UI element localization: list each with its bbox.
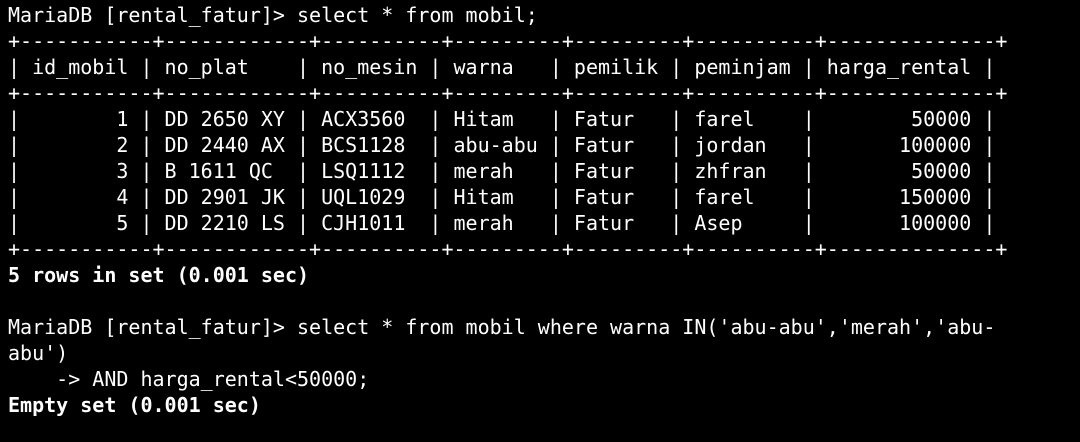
command-line-2: MariaDB [rental_fatur]> select * from mo… [8,315,996,339]
terminal-window[interactable]: MariaDB [rental_fatur]> select * from mo… [8,2,1078,418]
result-message-2: Empty set (0.001 sec) [8,393,261,417]
table-border-bottom: +-----------+------------+----------+---… [8,237,1008,261]
result-message-1: 5 rows in set (0.001 sec) [8,263,310,287]
table-row: | 2 | DD 2440 AX | BCS1128 | abu-abu | F… [8,133,996,157]
table-header: | id_mobil | no_plat | no_mesin | warna … [8,55,996,79]
table-row: | 1 | DD 2650 XY | ACX3560 | Hitam | Fat… [8,107,996,131]
table-border-top: +-----------+------------+----------+---… [8,29,1008,53]
command-line-2-wrap: abu') [8,341,69,365]
command-line-1: MariaDB [rental_fatur]> select * from mo… [8,3,538,27]
table-row: | 4 | DD 2901 JK | UQL1029 | Hitam | Fat… [8,185,996,209]
table-row: | 3 | B 1611 QC | LSQ1112 | merah | Fatu… [8,159,996,183]
table-border-mid: +-----------+------------+----------+---… [8,81,1008,105]
table-row: | 5 | DD 2210 LS | CJH1011 | merah | Fat… [8,211,996,235]
command-continuation: -> AND harga_rental<50000; [8,367,370,391]
